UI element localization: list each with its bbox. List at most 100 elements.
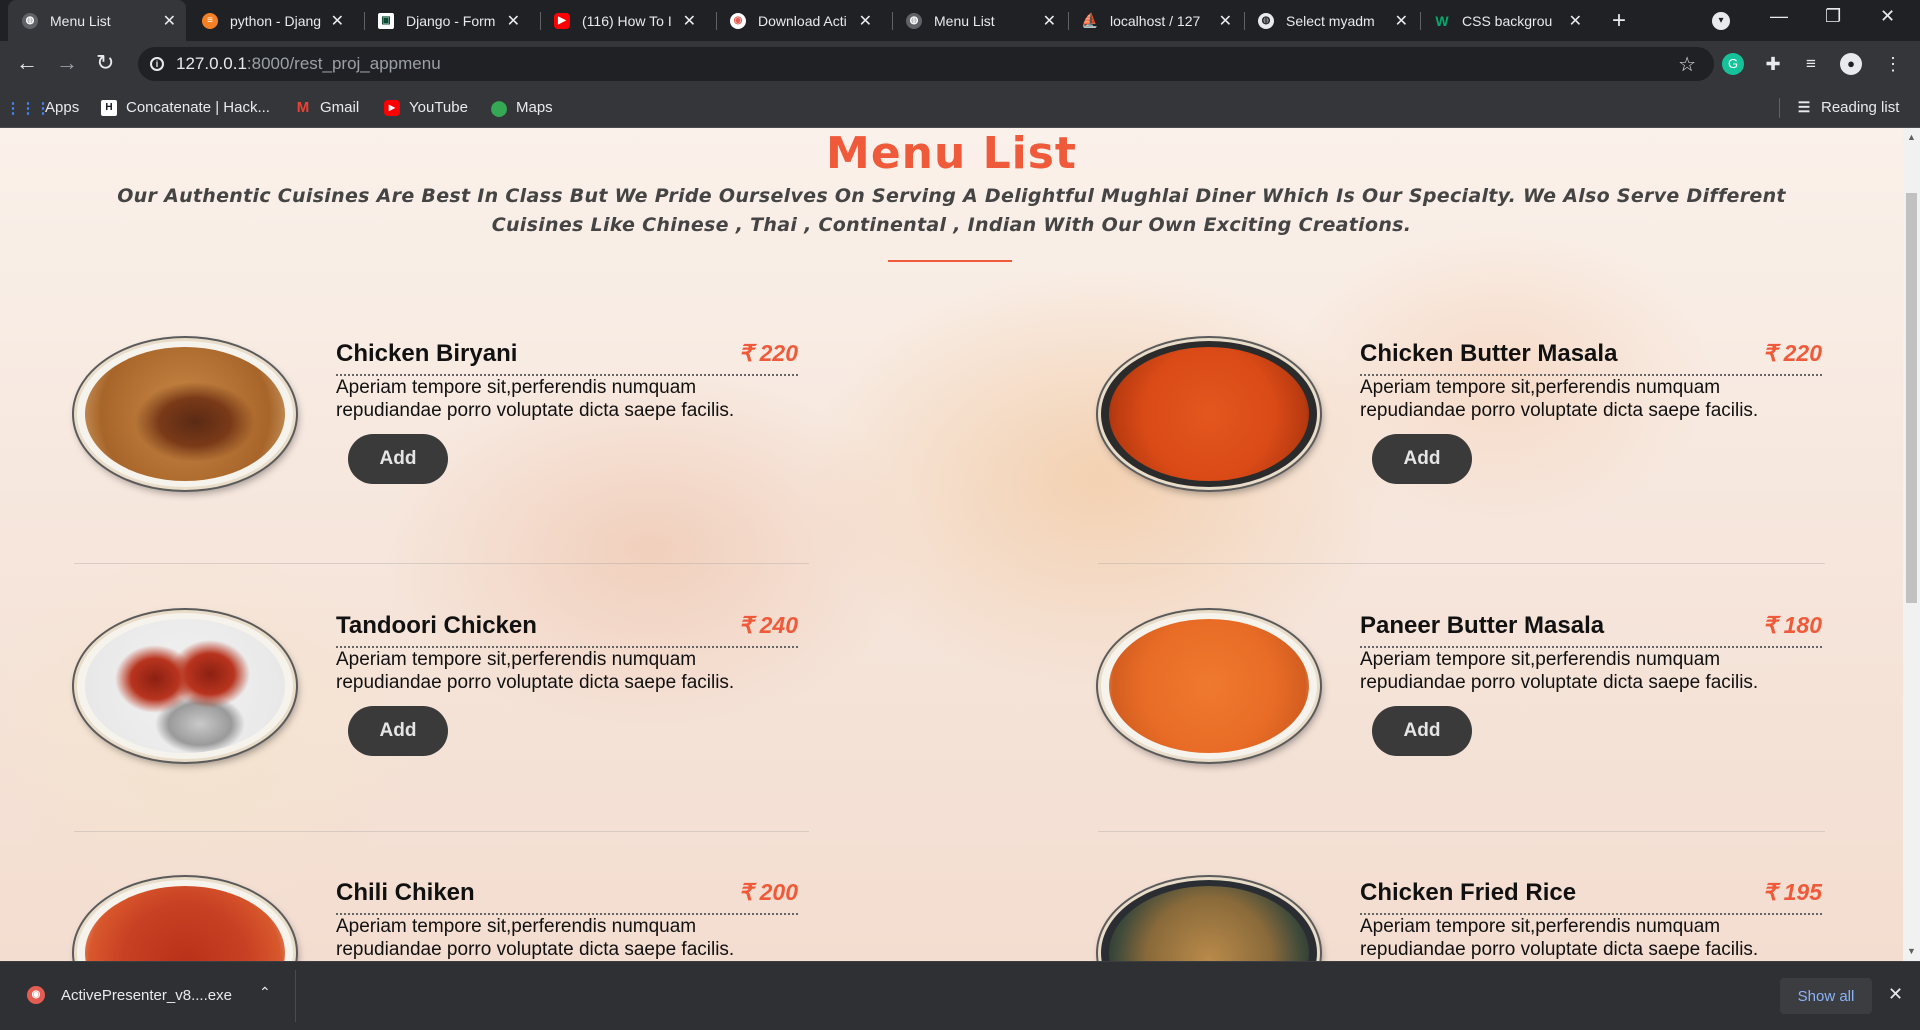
- item-description: Aperiam tempore sit,perferendis numquam …: [1360, 649, 1759, 693]
- scroll-up-arrow-icon[interactable]: ▲: [1907, 132, 1916, 142]
- row-divider: [1098, 563, 1825, 564]
- menu-item-tandoori-chicken: Tandoori Chicken ₹ 240 Aperiam tempore s…: [74, 610, 874, 790]
- item-description: Aperiam tempore sit,perferendis numquam …: [1360, 377, 1759, 421]
- tab-strip: ◍ Menu List ✕ ≡ python - Djang ✕ ▣ Djang…: [0, 0, 1920, 41]
- w3schools-icon: W: [1435, 12, 1449, 29]
- add-button[interactable]: Add: [348, 706, 448, 756]
- item-price: ₹ 200: [738, 879, 798, 905]
- row-divider: [1098, 831, 1825, 832]
- item-price: ₹ 180: [1762, 612, 1822, 638]
- close-tab-icon[interactable]: ✕: [683, 11, 696, 31]
- item-description: Aperiam tempore sit,perferendis numquam …: [336, 649, 735, 693]
- close-tab-icon[interactable]: ✕: [1395, 11, 1408, 31]
- item-price: ₹ 240: [738, 612, 798, 638]
- add-button[interactable]: Add: [1372, 706, 1472, 756]
- activepresenter-icon: ◉: [730, 12, 746, 29]
- tandoori-chicken-image: [85, 619, 285, 753]
- food-image-plate: [74, 877, 296, 961]
- youtube-icon: ▶: [554, 12, 570, 29]
- chevron-up-icon[interactable]: ⌃: [259, 984, 271, 1001]
- tab-css-background[interactable]: W CSS backgrou ✕: [1420, 0, 1592, 41]
- menu-kebab-icon[interactable]: ⋮: [1882, 53, 1904, 75]
- tab-download-activepresenter[interactable]: ◉ Download Acti ✕: [716, 0, 882, 41]
- activepresenter-file-icon: ◉: [27, 986, 45, 1004]
- food-image-plate: [74, 610, 296, 762]
- bookmark-youtube[interactable]: ▶ YouTube: [384, 99, 468, 116]
- show-all-button[interactable]: Show all: [1780, 978, 1872, 1014]
- bookmark-divider: [1779, 98, 1780, 118]
- page-scrollbar[interactable]: ▲ ▼: [1903, 128, 1920, 961]
- url-path: :8000/rest_proj_appmenu: [246, 54, 441, 73]
- extensions-puzzle-icon[interactable]: ✚: [1762, 53, 1784, 75]
- address-bar[interactable]: i 127.0.0.1:8000/rest_proj_appmenu ☆: [138, 47, 1714, 81]
- tab-menu-list-2[interactable]: ◍ Menu List ✕: [892, 0, 1066, 41]
- tab-django-form[interactable]: ▣ Django - Form ✕: [364, 0, 530, 41]
- scrollbar-thumb[interactable]: [1906, 193, 1917, 603]
- add-button[interactable]: Add: [348, 434, 448, 484]
- row-divider: [74, 831, 809, 832]
- menu-item-paneer-butter-masala: Paneer Butter Masala ₹ 180 Aperiam tempo…: [1098, 610, 1898, 790]
- close-tab-icon[interactable]: ✕: [859, 11, 872, 31]
- forward-icon[interactable]: →: [56, 51, 78, 75]
- tab-menu-list[interactable]: ◍ Menu List ✕: [8, 0, 186, 41]
- download-filename[interactable]: ActivePresenter_v8....exe: [61, 987, 232, 1004]
- reload-icon[interactable]: ↻: [96, 51, 114, 75]
- youtube-icon: ▶: [384, 99, 400, 116]
- food-image-plate: [1098, 610, 1320, 762]
- item-description: Aperiam tempore sit,perferendis numquam …: [336, 377, 735, 421]
- restore-icon[interactable]: ❐: [1825, 6, 1841, 27]
- tab-localhost-phpmyadmin[interactable]: ⛵ localhost / 127 ✕: [1068, 0, 1242, 41]
- add-button[interactable]: Add: [1372, 434, 1472, 484]
- tab-youtube-video[interactable]: ▶ (116) How To I ✕: [540, 0, 706, 41]
- maps-pin-icon: ⬤: [490, 99, 508, 117]
- bookmark-maps[interactable]: ⬤ Maps: [490, 99, 553, 117]
- close-tab-icon[interactable]: ✕: [507, 11, 520, 31]
- chili-chicken-image: [85, 886, 285, 961]
- paneer-butter-masala-image: [1109, 619, 1309, 753]
- tab-select-myadm[interactable]: ◍ Select myadm ✕: [1244, 0, 1418, 41]
- minimize-icon[interactable]: —: [1770, 6, 1788, 27]
- grammarly-icon[interactable]: G: [1722, 53, 1744, 75]
- apps-grid-icon: ⋮⋮⋮: [5, 99, 51, 117]
- food-image-plate: [1098, 877, 1320, 961]
- item-description: Aperiam tempore sit,perferendis numquam …: [1360, 916, 1759, 960]
- media-queue-icon[interactable]: ≡: [1800, 53, 1822, 75]
- chicken-biryani-image: [85, 347, 285, 481]
- close-tab-icon[interactable]: ✕: [163, 11, 176, 31]
- reading-list-icon: ☰: [1797, 99, 1811, 115]
- menu-item-chicken-biryani: Chicken Biryani ₹ 220 Aperiam tempore si…: [74, 338, 874, 518]
- globe-icon: ◍: [22, 12, 38, 29]
- chicken-butter-masala-image: [1109, 347, 1309, 481]
- bookmark-star-icon[interactable]: ☆: [1678, 52, 1696, 77]
- download-bar: ◉ ActivePresenter_v8....exe ⌃ Show all ✕: [0, 961, 1920, 1030]
- item-description: Aperiam tempore sit,perferendis numquam …: [336, 916, 735, 960]
- browser-toolbar: ← → ↻ i 127.0.0.1:8000/rest_proj_appmenu…: [0, 41, 1920, 88]
- tab-search-icon[interactable]: ▾: [1712, 12, 1730, 30]
- food-image-plate: [1098, 338, 1320, 490]
- close-tab-icon[interactable]: ✕: [1569, 11, 1582, 31]
- row-divider: [74, 563, 809, 564]
- new-tab-icon[interactable]: +: [1612, 7, 1626, 35]
- close-tab-icon[interactable]: ✕: [331, 11, 344, 31]
- scroll-down-arrow-icon[interactable]: ▼: [1907, 946, 1916, 956]
- bookmark-apps[interactable]: ⋮⋮⋮ Apps: [5, 99, 80, 117]
- reading-list-button[interactable]: ☰ Reading list: [1796, 99, 1900, 116]
- close-tab-icon[interactable]: ✕: [1219, 11, 1232, 31]
- close-window-icon[interactable]: ✕: [1880, 6, 1895, 27]
- item-price: ₹ 220: [738, 340, 798, 366]
- bookmark-gmail[interactable]: M Gmail: [295, 99, 359, 116]
- profile-avatar[interactable]: ●: [1840, 53, 1862, 75]
- bookmark-hackerrank[interactable]: H Concatenate | Hack...: [101, 99, 270, 116]
- back-icon[interactable]: ←: [16, 51, 38, 75]
- page-subtitle: Our Authentic Cuisines Are Best In Class…: [117, 185, 1786, 236]
- food-image-plate: [74, 338, 296, 490]
- item-price: ₹ 220: [1762, 340, 1822, 366]
- menu-item-chicken-butter-masala: Chicken Butter Masala ₹ 220 Aperiam temp…: [1098, 338, 1898, 518]
- page-title: Menu List: [826, 128, 1077, 179]
- menu-item-chicken-fried-rice: Chicken Fried Rice ₹ 195 Aperiam tempore…: [1098, 877, 1898, 961]
- close-tab-icon[interactable]: ✕: [1043, 11, 1056, 31]
- download-divider: [295, 970, 296, 1022]
- tab-python-django[interactable]: ≡ python - Djang ✕: [188, 0, 354, 41]
- close-download-bar-icon[interactable]: ✕: [1888, 984, 1903, 1005]
- site-info-icon[interactable]: i: [150, 57, 164, 71]
